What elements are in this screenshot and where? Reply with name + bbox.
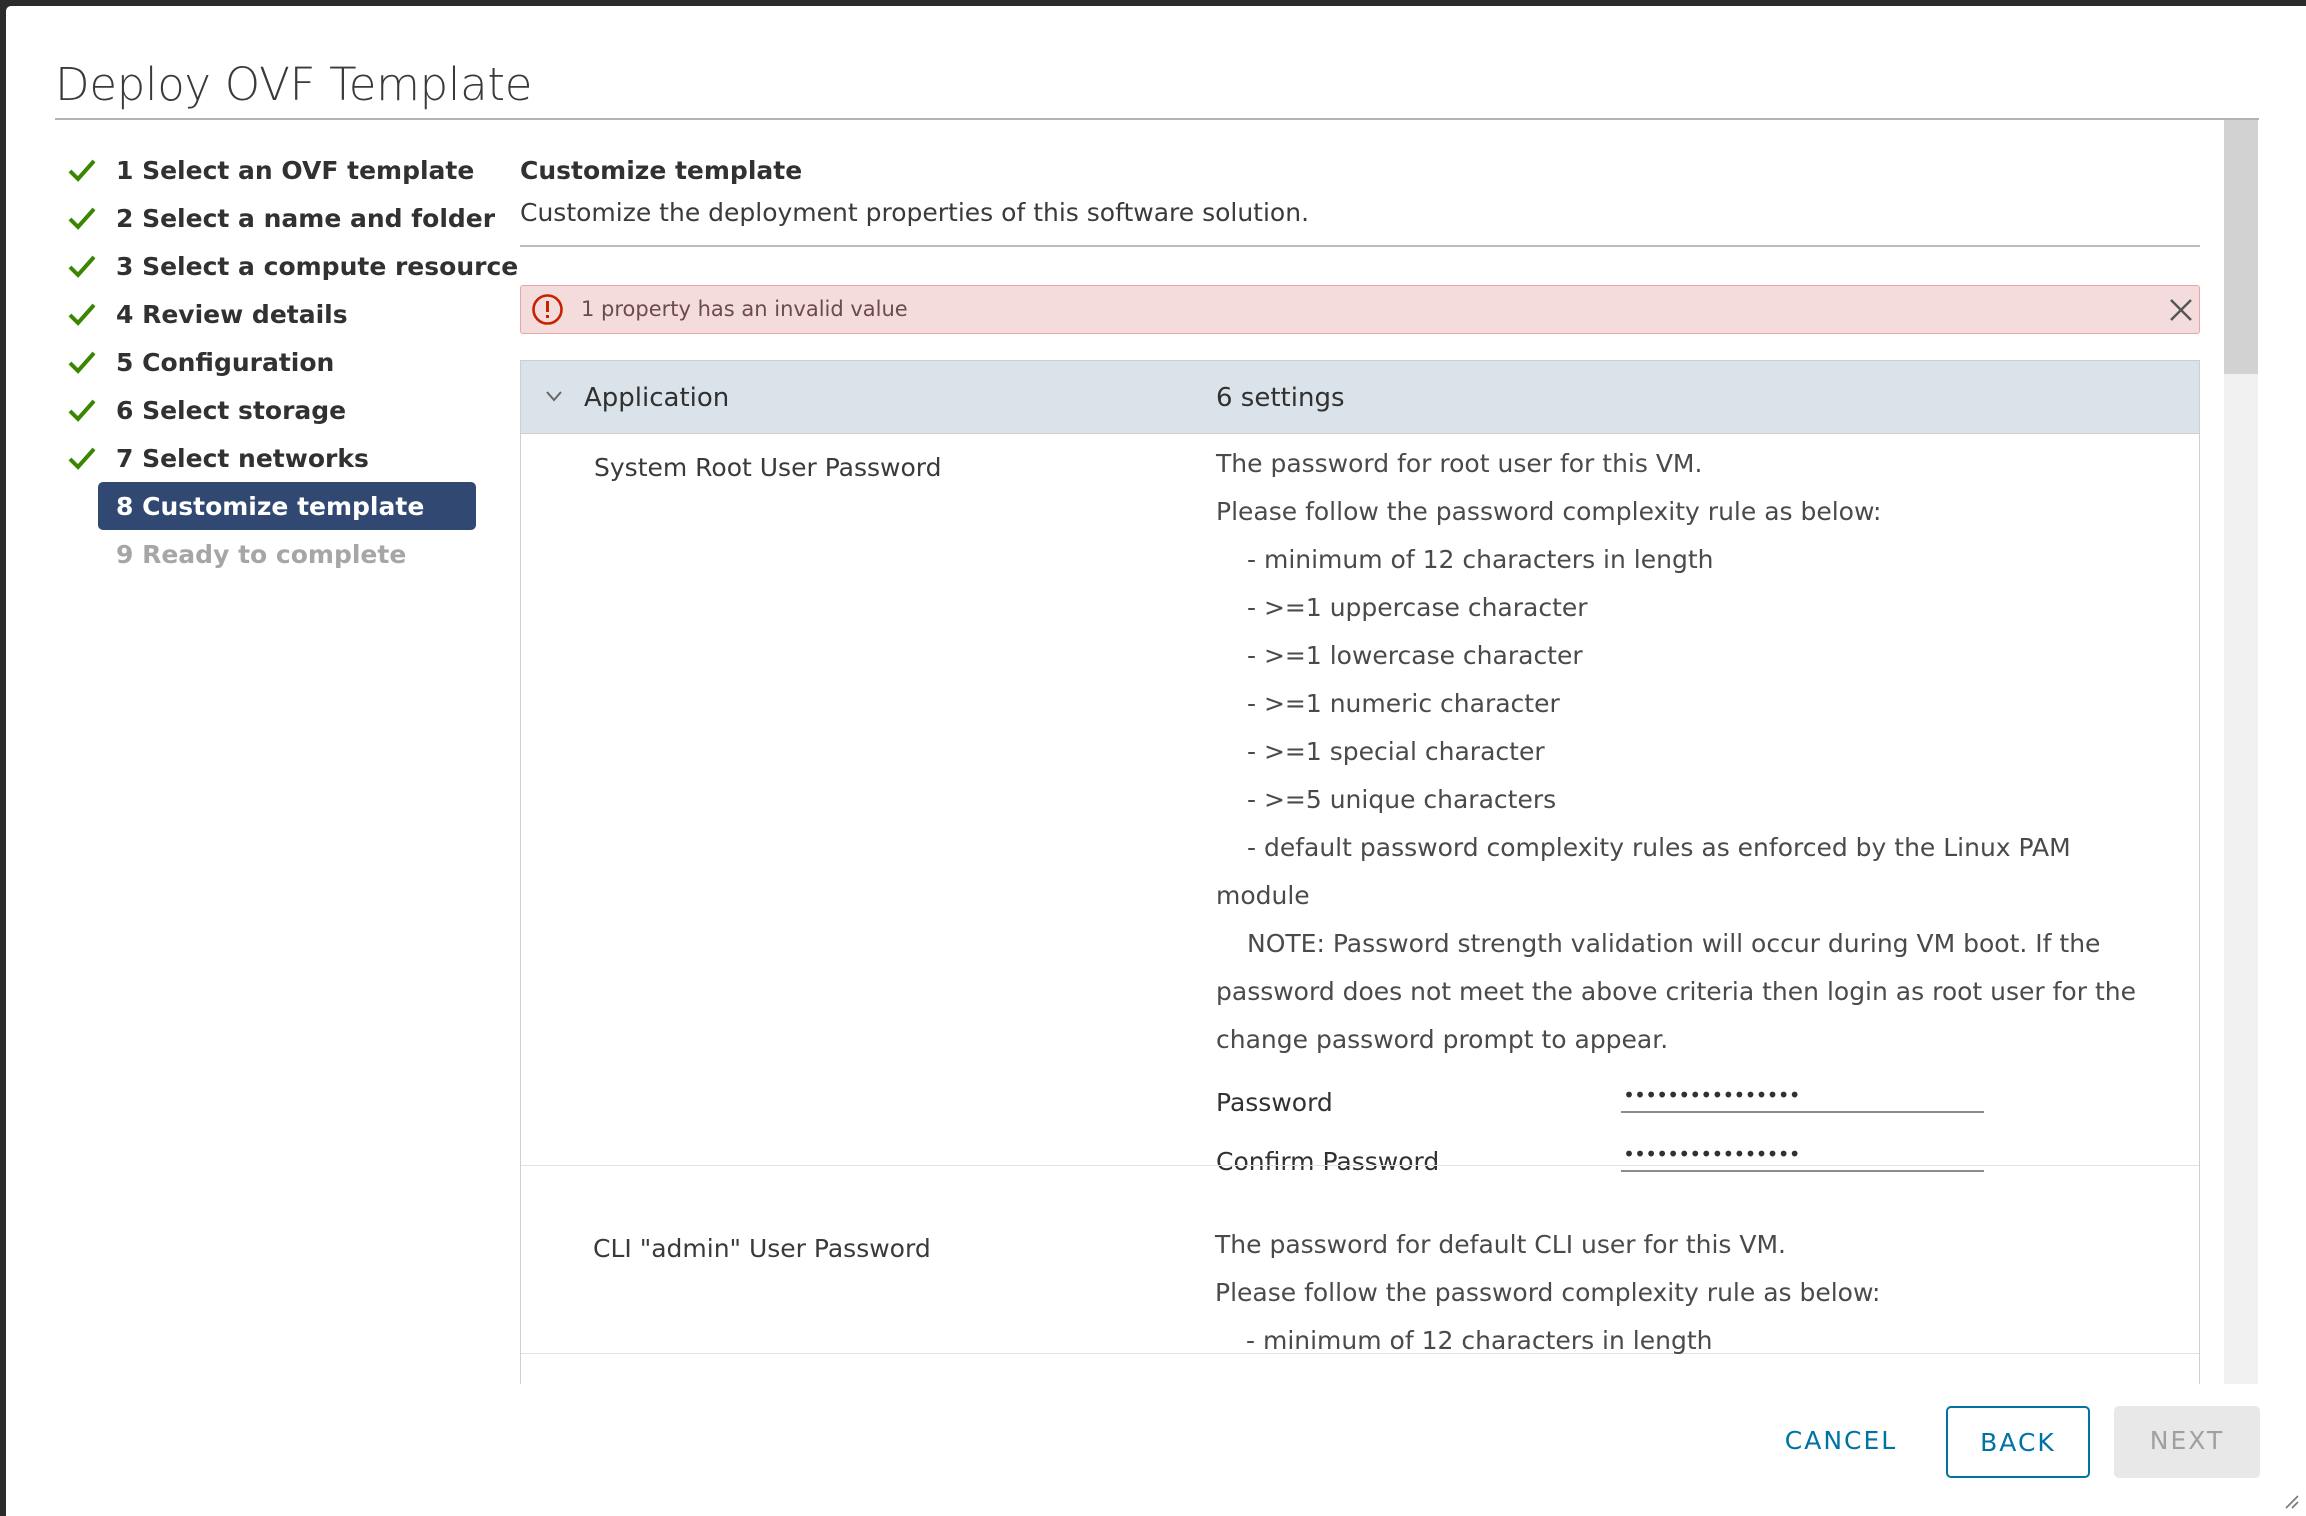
step-6[interactable]: 6 Select storage [68,386,488,434]
property-description: The password for root user for this VM. … [1216,440,2156,1064]
desc-line: - minimum of 12 characters in length [1246,1326,1713,1355]
step-1[interactable]: 1 Select an OVF template [68,146,488,194]
step-label: 1 Select an OVF template [116,155,475,185]
step-5[interactable]: 5 Configuration [68,338,488,386]
page-title: Customize template [520,156,803,185]
desc-line: NOTE: Password strength validation will … [1247,929,2101,958]
desc-line: Please follow the password complexity ru… [1216,497,1882,526]
check-icon [68,399,96,422]
back-button[interactable]: BACK [1946,1406,2090,1478]
wizard-steps: 1 Select an OVF template 2 Select a name… [68,146,518,578]
step-label: 8 Customize template [116,491,425,521]
group-count: 6 settings [1216,383,1345,413]
step-label: 7 Select networks [116,443,369,473]
property-name: System Root User Password [594,453,942,482]
step-9: 9 Ready to complete [68,530,488,578]
desc-line: module [1216,881,1310,910]
title-divider [55,118,2259,120]
content-pane: Customize template Customize the deploym… [520,146,2200,1384]
step-label: 2 Select a name and folder [116,203,496,233]
check-icon [68,351,96,374]
desc-line: - default password complexity rules as e… [1247,833,2071,862]
chevron-down-icon[interactable] [545,389,563,403]
desc-line: The password for default CLI user for th… [1215,1230,1786,1259]
dialog-title: Deploy OVF Template [55,58,533,111]
check-icon [68,255,96,278]
error-alert: 1 property has an invalid value [520,285,2200,334]
desc-line: - >=5 unique characters [1247,785,1557,814]
row-divider [521,1165,2199,1166]
check-icon [68,159,96,182]
desc-line: - >=1 uppercase character [1247,593,1588,622]
group-header-application[interactable]: Application 6 settings [521,361,2199,434]
step-7[interactable]: 7 Select networks [68,434,488,482]
password-label: Password [1216,1088,1333,1117]
desc-line: Please follow the password complexity ru… [1215,1278,1881,1307]
page-subtitle: Customize the deployment properties of t… [520,198,1310,227]
desc-line: The password for root user for this VM. [1216,449,1703,478]
step-label: 9 Ready to complete [116,539,407,569]
deploy-ovf-dialog: Deploy OVF Template 1 Select an OVF temp… [6,6,2306,1516]
password-field[interactable] [1621,1079,1984,1113]
step-8-active[interactable]: 8 Customize template [98,482,476,530]
confirm-password-field[interactable] [1621,1138,1984,1172]
check-icon [68,303,96,326]
property-description: The password for default CLI user for th… [1215,1221,2155,1365]
check-icon [68,207,96,230]
desc-line: change password prompt to appear. [1216,1025,1669,1054]
desc-line: password does not meet the above criteri… [1216,977,2136,1006]
group-name: Application [584,383,730,413]
step-label: 6 Select storage [116,395,347,425]
desc-line: - >=1 special character [1247,737,1545,766]
confirm-password-label: Confirm Password [1216,1147,1440,1176]
check-icon [68,447,96,470]
property-name: CLI "admin" User Password [593,1234,931,1263]
close-icon[interactable] [2167,296,2195,324]
resize-handle-icon[interactable] [2282,1492,2300,1510]
step-3[interactable]: 3 Select a compute resource [68,242,518,290]
alert-text: 1 property has an invalid value [581,297,908,321]
content-divider [520,245,2200,247]
next-button: NEXT [2114,1406,2260,1478]
step-label: 5 Configuration [116,347,335,377]
cancel-button[interactable]: CANCEL [1766,1406,1916,1478]
step-label: 3 Select a compute resource [116,251,519,281]
desc-line: - >=1 lowercase character [1247,641,1583,670]
scrollbar-thumb[interactable] [2224,120,2258,374]
step-4[interactable]: 4 Review details [68,290,488,338]
desc-line: - minimum of 12 characters in length [1247,545,1714,574]
error-icon [532,294,563,325]
desc-line: - >=1 numeric character [1247,689,1560,718]
step-label: 4 Review details [116,299,348,329]
step-2[interactable]: 2 Select a name and folder [68,194,495,242]
